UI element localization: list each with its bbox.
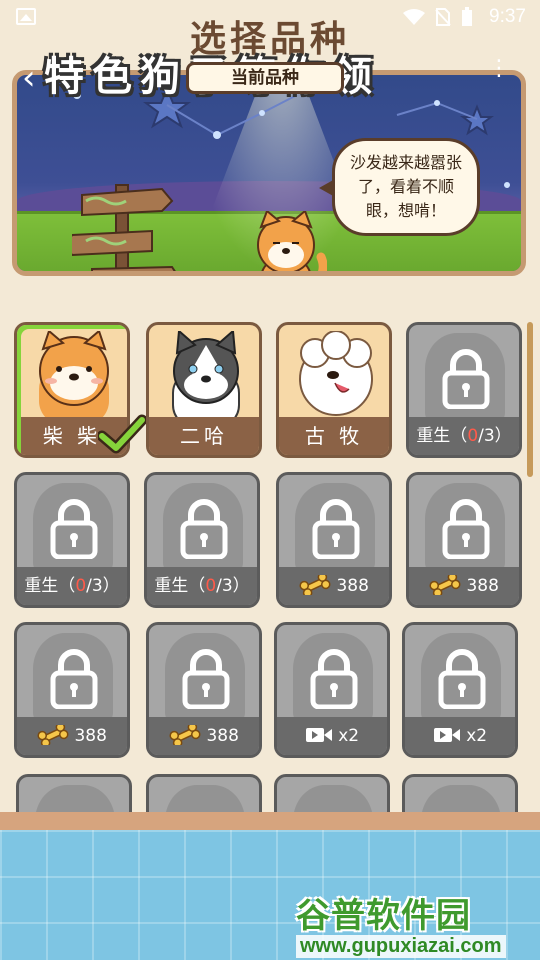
cost-value: 388	[336, 576, 369, 596]
checkmark-icon	[98, 414, 146, 454]
lock-icon	[312, 499, 360, 559]
current-breed-label: 当前品种	[186, 62, 344, 94]
breed-card-locked[interactable]: 388	[406, 472, 522, 608]
lock-icon	[50, 649, 98, 709]
cost-value: x2	[338, 726, 360, 746]
breed-label: 二哈	[149, 417, 259, 455]
watermark-url: www.gupuxiazai.com	[296, 935, 506, 958]
lock-icon	[182, 649, 230, 709]
breed-card-locked[interactable]: x2	[402, 622, 518, 758]
cost-value: 388	[74, 726, 107, 746]
speech-bubble: 沙发越来越嚣张了，看着不顺眼，想啃！	[319, 138, 480, 236]
watermark-name: 谷普软件园	[296, 896, 471, 936]
cost-value: x2	[466, 726, 488, 746]
rebirth-requirement: 重生（0/3）	[147, 567, 257, 605]
shiba-dog-icon	[39, 331, 109, 423]
breed-card-locked[interactable]: 重生（0/3）	[144, 472, 260, 608]
scrollbar[interactable]	[527, 322, 533, 477]
lock-icon	[310, 649, 358, 709]
breed-card-locked[interactable]: 重生（0/3）	[406, 322, 522, 458]
lock-icon	[50, 499, 98, 559]
lock-icon	[180, 499, 228, 559]
breed-label: 古 牧	[279, 417, 389, 455]
cost-value: 388	[206, 726, 239, 746]
more-options-icon[interactable]: ⋮	[488, 58, 510, 80]
lock-icon	[442, 499, 490, 559]
lock-icon	[438, 649, 486, 709]
unlock-cost: 388	[409, 567, 519, 605]
breed-card-locked[interactable]: x2	[274, 622, 390, 758]
signpost-icon	[72, 184, 176, 271]
rebirth-requirement: 重生（0/3）	[409, 417, 519, 455]
unlock-cost: x2	[405, 717, 515, 755]
breed-card-locked[interactable]: 388	[276, 472, 392, 608]
bone-icon	[169, 722, 201, 748]
rebirth-requirement: 重生（0/3）	[17, 567, 127, 605]
unlock-cost: 388	[149, 717, 259, 755]
unlock-cost: 388	[17, 717, 127, 755]
bone-icon	[429, 572, 461, 598]
sheepdog-icon	[299, 331, 373, 416]
video-icon	[433, 728, 460, 742]
breed-card-locked[interactable]: 388	[146, 622, 262, 758]
bone-icon	[37, 722, 69, 748]
watermark: 谷普软件园 www.gupuxiazai.com	[296, 888, 536, 958]
video-icon	[305, 728, 332, 742]
breed-card-locked[interactable]: 388	[14, 622, 130, 758]
bone-icon	[299, 572, 331, 598]
breed-card-old-english-sheepdog[interactable]: 古 牧	[276, 322, 392, 458]
shiba-dog-icon	[257, 211, 327, 271]
breed-card-locked[interactable]: 重生（0/3）	[14, 472, 130, 608]
lock-icon	[442, 349, 490, 409]
husky-dog-icon	[172, 331, 240, 423]
breed-card-husky[interactable]: 二哈	[146, 322, 262, 458]
unlock-cost: x2	[277, 717, 387, 755]
unlock-cost: 388	[279, 567, 389, 605]
cost-value: 388	[466, 576, 499, 596]
